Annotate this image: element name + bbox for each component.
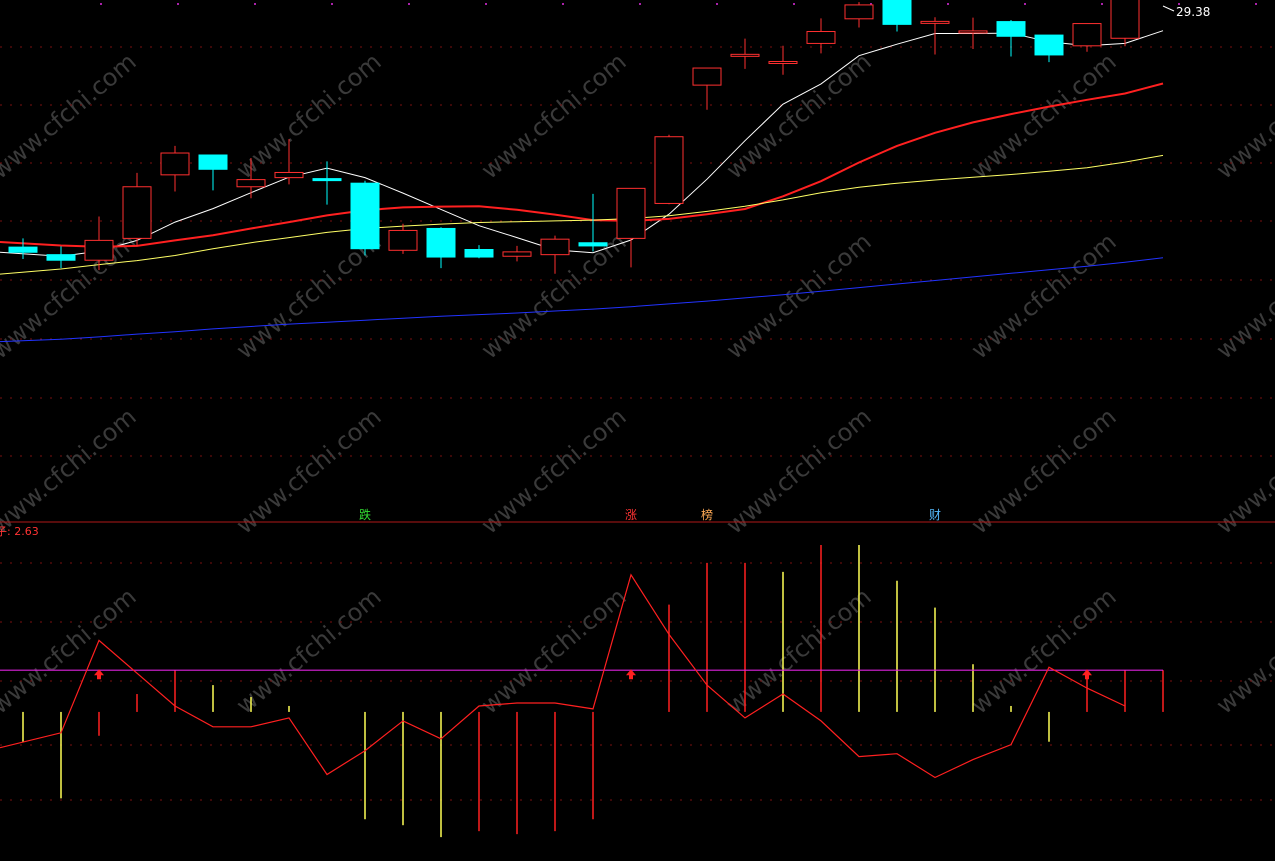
- candle-body: [920, 20, 950, 24]
- signal-marker: 榜: [701, 507, 713, 522]
- candle-body: [730, 53, 760, 57]
- latest-price-label: 29.38: [1176, 5, 1210, 19]
- candle-body: [122, 186, 152, 239]
- top-tick: [408, 3, 410, 5]
- signal-marker: 跌: [359, 507, 371, 522]
- candle-body: [236, 179, 266, 188]
- top-tick: [331, 3, 333, 5]
- candle-body: [578, 242, 608, 247]
- candle-body: [84, 239, 114, 261]
- top-tick: [100, 3, 102, 5]
- candle-body: [882, 0, 912, 25]
- candle-body: [996, 21, 1026, 37]
- candle-body: [806, 31, 836, 44]
- candle-body: [46, 254, 76, 261]
- top-tick: [562, 3, 564, 5]
- signal-marker: 涨: [625, 507, 637, 522]
- candle-body: [1110, 0, 1140, 39]
- candle-body: [1034, 34, 1064, 56]
- candle-body: [426, 227, 456, 258]
- top-tick: [639, 3, 641, 5]
- candle-body: [1072, 23, 1102, 47]
- candle-body: [350, 182, 380, 250]
- top-tick: [254, 3, 256, 5]
- top-tick: [177, 3, 179, 5]
- candle-body: [198, 154, 228, 170]
- candle-body: [692, 67, 722, 86]
- top-tick: [947, 3, 949, 5]
- top-tick: [1255, 3, 1257, 5]
- candle-body: [464, 249, 494, 258]
- candle-body: [312, 178, 342, 182]
- candle-body: [768, 60, 798, 64]
- indicator-label: 子: 2.63: [0, 525, 39, 538]
- candle-body: [388, 229, 418, 251]
- candle-body: [844, 4, 874, 20]
- top-tick: [793, 3, 795, 5]
- candle: [654, 134, 684, 205]
- candle-body: [958, 30, 988, 34]
- candle-body: [540, 238, 570, 256]
- top-tick: [485, 3, 487, 5]
- candle-body: [502, 251, 532, 257]
- candle-body: [616, 187, 646, 239]
- candle: [350, 180, 380, 256]
- candle-body: [274, 171, 304, 179]
- top-tick: [716, 3, 718, 5]
- candle-body: [8, 246, 38, 253]
- top-tick: [1101, 3, 1103, 5]
- candle-body: [160, 152, 190, 176]
- top-tick: [1024, 3, 1026, 5]
- stock-chart: www.cfchi.com www.cfchi.com www.cfchi.com w…: [0, 0, 1275, 861]
- signal-marker: 财: [929, 508, 941, 522]
- candle-body: [654, 136, 684, 204]
